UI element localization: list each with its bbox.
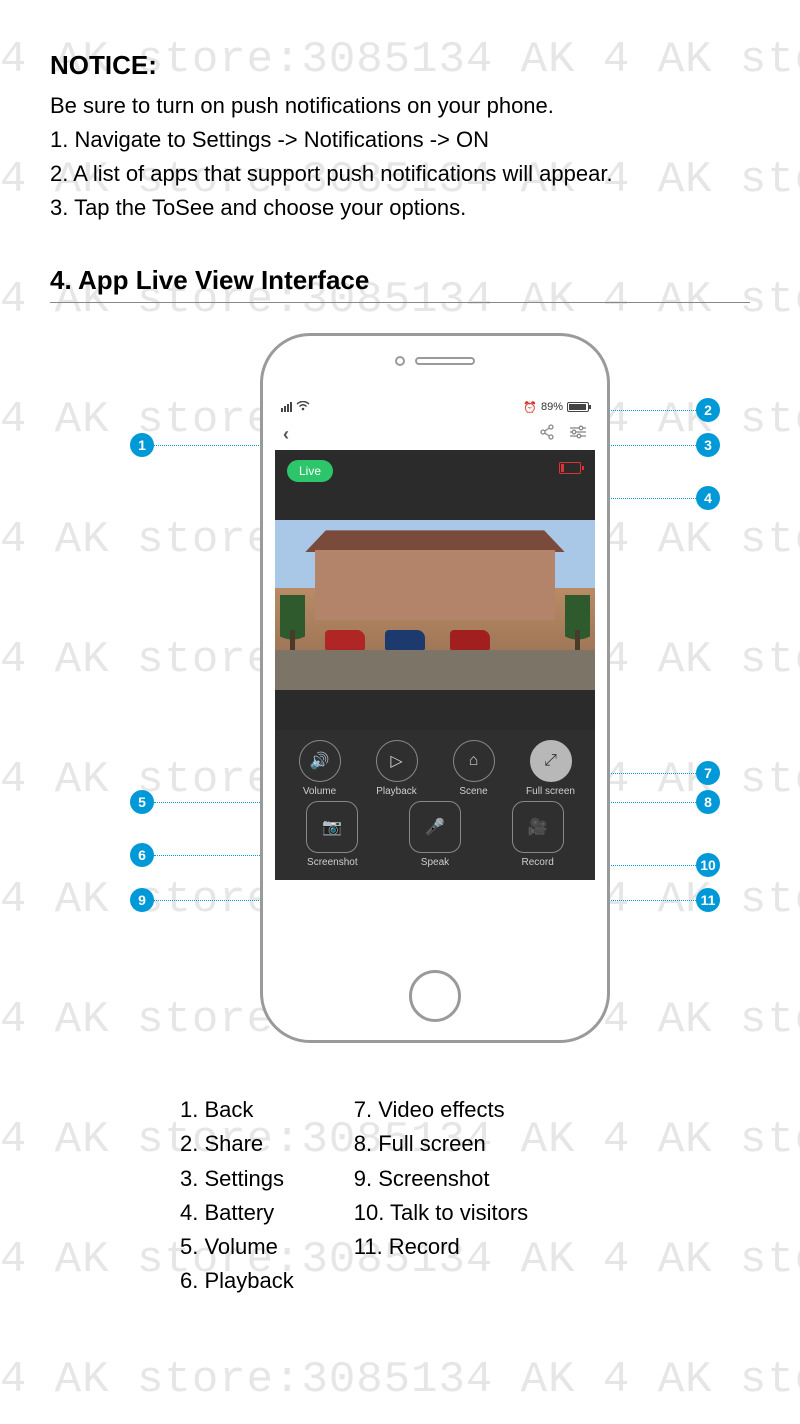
fullscreen-control: ⤢ Full screen: [516, 740, 586, 797]
section-title: 4. App Live View Interface: [50, 265, 750, 296]
legend-item: 10. Talk to visitors: [354, 1196, 528, 1230]
phone-frame: ⏰ 89% ‹: [260, 333, 610, 1043]
speak-control: 🎤 Speak: [400, 801, 470, 868]
notice-intro: Be sure to turn on push notifications on…: [50, 89, 750, 123]
callout-num: 8: [696, 790, 720, 814]
notice-body: Be sure to turn on push notifications on…: [50, 89, 750, 225]
settings-sliders-icon[interactable]: [569, 425, 587, 444]
screenshot-control: 📷 Screenshot: [297, 801, 367, 868]
scene-control: ⌂ Scene: [439, 740, 509, 797]
notice-step-2: 2. A list of apps that support push noti…: [50, 157, 750, 191]
playback-control: ▷ Playback: [362, 740, 432, 797]
legend-item: 9. Screenshot: [354, 1162, 528, 1196]
signal-icon: [281, 402, 292, 412]
legend-item: 11. Record: [354, 1230, 528, 1264]
live-video-area: Live: [275, 450, 595, 730]
back-button[interactable]: ‹: [283, 424, 289, 445]
callout-num: 5: [130, 790, 154, 814]
legend-item: 7. Video effects: [354, 1093, 528, 1127]
legend-item: 5. Volume: [180, 1230, 294, 1264]
volume-control: 🔊 Volume: [285, 740, 355, 797]
scene-button[interactable]: ⌂: [453, 740, 495, 782]
screenshot-button[interactable]: 📷: [306, 801, 358, 853]
callout-num: 1: [130, 433, 154, 457]
notice-heading: NOTICE:: [50, 50, 750, 81]
screenshot-label: Screenshot: [307, 857, 358, 868]
callout-num: 7: [696, 761, 720, 785]
callout-num: 3: [696, 433, 720, 457]
callout-num: 6: [130, 843, 154, 867]
home-button-icon: [409, 970, 461, 1022]
scene-label: Scene: [459, 786, 487, 797]
record-label: Record: [522, 857, 554, 868]
controls-panel: 🔊 Volume ▷ Playback ⌂ Scene ⤢ Full screen 📷 Scre…: [275, 730, 595, 880]
camera-feed-image: [275, 520, 595, 690]
device-battery-icon: [559, 462, 581, 474]
phone-earpiece: [395, 356, 475, 366]
playback-label: Playback: [376, 786, 417, 797]
volume-button[interactable]: 🔊: [299, 740, 341, 782]
record-control: 🎥 Record: [503, 801, 573, 868]
speak-label: Speak: [421, 857, 449, 868]
battery-icon: [567, 402, 589, 412]
callout-num: 9: [130, 888, 154, 912]
callout-num: 11: [696, 888, 720, 912]
live-badge: Live: [287, 460, 333, 482]
status-bar: ⏰ 89%: [275, 396, 595, 418]
legend-item: 4. Battery: [180, 1196, 294, 1230]
alarm-icon: ⏰: [523, 401, 537, 414]
callout-num: 2: [696, 398, 720, 422]
callout-num: 4: [696, 486, 720, 510]
fullscreen-button[interactable]: ⤢: [530, 740, 572, 782]
phone-screen: ⏰ 89% ‹: [275, 396, 595, 955]
legend-item: 8. Full screen: [354, 1127, 528, 1161]
callout-1: 1: [130, 433, 275, 457]
notice-step-3: 3. Tap the ToSee and choose your options…: [50, 191, 750, 225]
speak-button[interactable]: 🎤: [409, 801, 461, 853]
legend-item: 2. Share: [180, 1127, 294, 1161]
playback-button[interactable]: ▷: [376, 740, 418, 782]
battery-percent: 89%: [541, 401, 563, 413]
callout-legend: 1. Back2. Share3. Settings4. Battery5. V…: [180, 1093, 750, 1298]
callout-num: 10: [696, 853, 720, 877]
wifi-icon: [296, 401, 310, 414]
fullscreen-label: Full screen: [526, 786, 575, 797]
volume-label: Volume: [303, 786, 336, 797]
legend-item: 3. Settings: [180, 1162, 294, 1196]
share-icon[interactable]: [539, 424, 555, 445]
section-divider: [50, 302, 750, 303]
app-nav-bar: ‹: [275, 418, 595, 450]
legend-item: 6. Playback: [180, 1264, 294, 1298]
legend-item: 1. Back: [180, 1093, 294, 1127]
record-button[interactable]: 🎥: [512, 801, 564, 853]
phone-diagram: 1 5 6 9 2 3 4 7 8 10 11: [50, 333, 750, 1093]
notice-step-1: 1. Navigate to Settings -> Notifications…: [50, 123, 750, 157]
